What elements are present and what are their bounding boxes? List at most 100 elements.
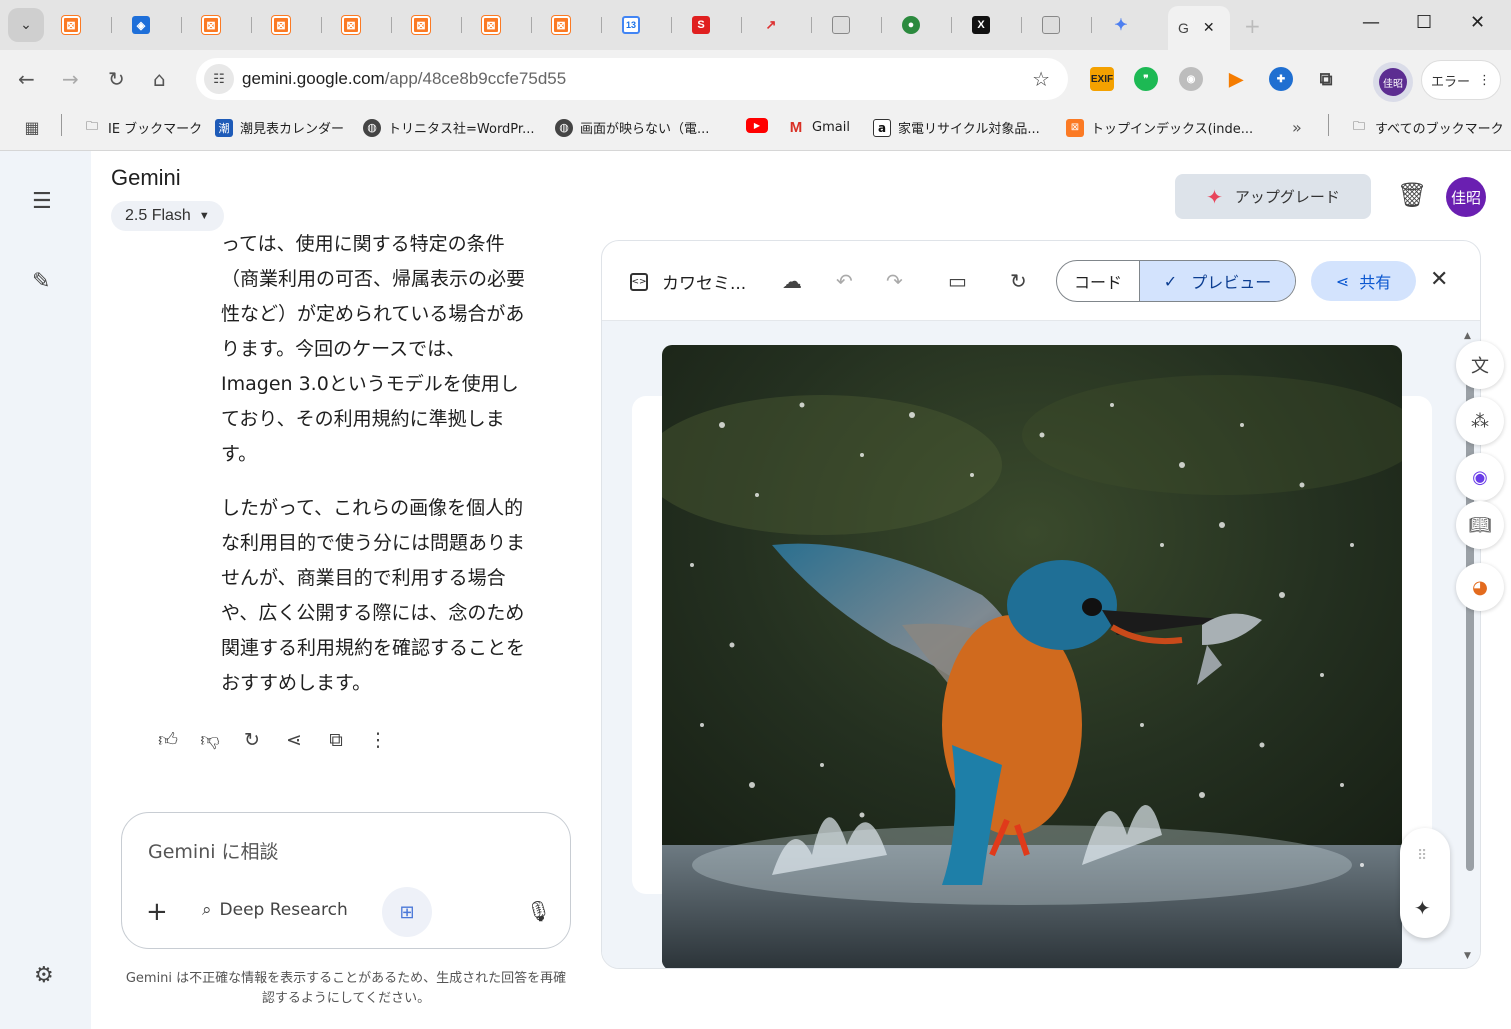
browser-profile-button[interactable]: 佳昭 xyxy=(1373,62,1413,102)
bookmark-all[interactable]: 🗀 すべてのブックマーク xyxy=(1350,118,1504,137)
browser-tab[interactable]: 13 xyxy=(610,8,672,42)
browser-tab[interactable]: ⊠ xyxy=(190,8,252,42)
prompt-input-box[interactable]: Gemini に相談 + ⌕ Deep Research ⊞ 🎙︎ xyxy=(121,812,571,949)
more-options-icon[interactable]: ⋮ xyxy=(367,729,389,752)
bookmark-trinitas[interactable]: ◍ トリニタス社=WordPr... xyxy=(363,118,534,137)
browser-tab[interactable] xyxy=(820,8,882,42)
console-icon[interactable]: ▭ xyxy=(948,269,967,293)
browser-tab[interactable]: ⊠ xyxy=(470,8,532,42)
refresh-icon[interactable]: ↻ xyxy=(1010,269,1027,293)
regenerate-icon[interactable]: ↻ xyxy=(241,729,263,752)
blue-extension-icon[interactable]: ✚ xyxy=(1269,67,1293,91)
assistant-bot-icon[interactable]: ◉ xyxy=(1456,453,1504,501)
browser-tab[interactable]: ⊠ xyxy=(260,8,322,42)
browser-tab[interactable]: ⊠ xyxy=(540,8,602,42)
reader-book-icon[interactable]: 📖︎ xyxy=(1456,501,1504,549)
back-icon[interactable]: ← xyxy=(18,67,35,91)
browser-tab[interactable]: ● xyxy=(890,8,952,42)
upgrade-button[interactable]: ✦ アップグレード xyxy=(1175,174,1371,219)
canvas-toolbar: <> カワセミ... ☁ ↶ ↷ ▭ ↻ コード ✓ プレビュー ⋖ 共有 ✕ xyxy=(602,241,1480,321)
apps-icon[interactable]: ▦ xyxy=(23,118,41,137)
maximize-icon[interactable]: ☐ xyxy=(1416,12,1432,33)
copy-icon[interactable]: ⧉ xyxy=(325,729,347,752)
account-avatar[interactable]: 佳昭 xyxy=(1446,177,1486,217)
browser-tab[interactable]: X xyxy=(960,8,1022,42)
address-bar[interactable]: ☷ gemini.google.com/app/48ce8b9ccfe75d55… xyxy=(196,58,1068,100)
bookmark-tide[interactable]: 潮潮見表カレンダー xyxy=(215,118,344,137)
window-close-icon[interactable]: ✕ xyxy=(1470,12,1485,33)
share-button[interactable]: ⋖ 共有 xyxy=(1311,261,1416,301)
canvas-toggle-icon[interactable]: ⊞ xyxy=(382,887,432,937)
add-file-icon[interactable]: + xyxy=(146,897,168,927)
new-tab-icon[interactable]: + xyxy=(1244,14,1261,38)
close-canvas-icon[interactable]: ✕ xyxy=(1430,267,1448,292)
calendar-icon: 13 xyxy=(622,16,640,34)
youtube-icon: ▶ xyxy=(746,118,768,133)
site-info-icon[interactable]: ☷ xyxy=(204,64,234,94)
undo-icon[interactable]: ↶ xyxy=(836,269,853,293)
xampp-icon: ⊠ xyxy=(1066,118,1084,137)
apps-sparkle-icon[interactable]: ⁂ xyxy=(1456,397,1504,445)
url-text[interactable]: gemini.google.com/app/48ce8b9ccfe75d55 xyxy=(242,69,566,89)
app-title[interactable]: Gemini xyxy=(111,165,181,191)
quote-extension-icon[interactable]: ❞ xyxy=(1134,67,1158,91)
kingfisher-image[interactable] xyxy=(662,345,1402,968)
rss-extension-icon[interactable]: ◉ xyxy=(1179,67,1203,91)
bookmark-top-index[interactable]: ⊠ トップインデックス(inde... xyxy=(1066,118,1253,137)
translate-icon[interactable]: 文 xyxy=(1456,341,1504,389)
microphone-icon[interactable]: 🎙︎ xyxy=(526,899,551,923)
thumbs-down-icon[interactable]: 👎︎ xyxy=(199,729,221,752)
browser-tab[interactable]: ⊠ xyxy=(400,8,462,42)
browser-tab[interactable]: S xyxy=(680,8,742,42)
tab-search-button[interactable]: ⌄ xyxy=(8,8,44,42)
active-tab[interactable]: G ✕ xyxy=(1168,6,1230,50)
reload-icon[interactable]: ↻ xyxy=(108,67,125,91)
folder-icon: 🗀 xyxy=(1352,119,1365,133)
browser-tab[interactable]: ⊠ xyxy=(50,8,112,42)
exif-extension-icon[interactable]: EXIF xyxy=(1090,67,1114,91)
folder-icon: 🗀 xyxy=(85,119,98,133)
menu-icon[interactable]: ☰ xyxy=(32,189,52,214)
bookmark-recycle[interactable]: a 家電リサイクル対象品... xyxy=(873,118,1040,137)
prompt-input[interactable]: Gemini に相談 xyxy=(148,837,279,864)
archive-icon[interactable]: 🗑 xyxy=(1397,181,1427,209)
browser-tab[interactable]: ✦ xyxy=(1100,8,1162,42)
bookmark-gmail[interactable]: M Gmail xyxy=(787,118,850,136)
thumbs-up-icon[interactable]: 👍︎ xyxy=(157,729,179,752)
close-tab-icon[interactable]: ✕ xyxy=(1203,20,1215,36)
forward-icon[interactable]: → xyxy=(62,67,79,91)
browser-tab[interactable]: ↗ xyxy=(750,8,812,42)
minimize-icon[interactable]: — xyxy=(1362,12,1380,33)
color-wheel-icon[interactable]: ◕ xyxy=(1456,563,1504,611)
browser-tab[interactable]: ◈ xyxy=(120,8,182,42)
code-tab[interactable]: コード xyxy=(1057,261,1140,301)
bookmark-star-icon[interactable]: ☆ xyxy=(1032,67,1050,91)
redo-icon[interactable]: ↷ xyxy=(886,269,903,293)
settings-gear-icon[interactable]: ⚙ xyxy=(34,963,54,988)
play-extension-icon[interactable]: ▶ xyxy=(1224,67,1248,91)
browser-tab[interactable]: ⊠ xyxy=(330,8,392,42)
preview-tab[interactable]: ✓ プレビュー xyxy=(1140,261,1295,301)
bookmark-youtube[interactable]: ▶ xyxy=(746,118,768,133)
scroll-down-icon[interactable]: ▼ xyxy=(1464,951,1471,961)
error-button[interactable]: エラー ⋮ xyxy=(1421,60,1501,100)
gemini-sparkle-icon: ✦ xyxy=(1114,17,1128,34)
model-selector[interactable]: 2.5 Flash ▼ xyxy=(111,201,224,231)
scroll-up-icon[interactable]: ▲ xyxy=(1464,331,1471,341)
deep-research-button[interactable]: ⌕ Deep Research xyxy=(202,900,348,920)
new-chat-icon[interactable]: ✎ xyxy=(32,269,50,294)
more-bookmarks-icon[interactable]: » xyxy=(1292,118,1302,137)
bookmark-ie[interactable]: 🗀 IE ブックマーク xyxy=(83,118,202,137)
floating-edit-pill: ⠿ ✦ xyxy=(1400,828,1450,938)
share-icon[interactable]: ⋖ xyxy=(283,729,305,752)
browser-tab[interactable] xyxy=(1030,8,1092,42)
divider xyxy=(61,114,62,136)
home-icon[interactable]: ⌂ xyxy=(153,67,166,91)
drag-handle-icon[interactable]: ⠿ xyxy=(1417,848,1427,864)
bookmark-screen[interactable]: ◍ 画面が映らない（電... xyxy=(555,118,709,137)
canvas-doc-title[interactable]: <> カワセミ... xyxy=(630,269,746,294)
ai-edit-sparkle-icon[interactable]: ✦ xyxy=(1414,896,1431,920)
cloud-save-icon[interactable]: ☁ xyxy=(782,269,802,293)
extensions-puzzle-icon[interactable]: ⧉ xyxy=(1314,67,1338,91)
xampp-icon: ⊠ xyxy=(482,16,500,34)
